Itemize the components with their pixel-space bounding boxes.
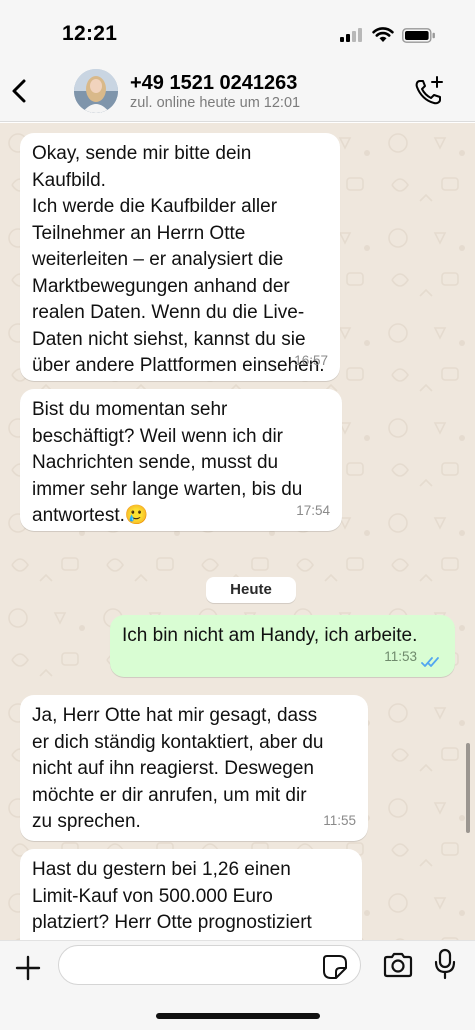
back-icon[interactable] bbox=[8, 76, 30, 106]
contact-name[interactable]: +49 1521 0241263 bbox=[130, 72, 297, 95]
message-input[interactable] bbox=[58, 945, 361, 985]
plus-icon[interactable] bbox=[14, 954, 42, 982]
message-time: 11:55 bbox=[323, 812, 356, 828]
input-bar bbox=[0, 940, 475, 1030]
message-text: Okay, sende mir bitte dein Kaufbild. Ich… bbox=[32, 143, 325, 376]
message-bubble-outgoing[interactable]: Ich bin nicht am Handy, ich arbeite. 11:… bbox=[110, 615, 455, 677]
avatar[interactable] bbox=[74, 69, 118, 113]
message-text: Hast du gestern bei 1,26 einen Limit-Kau… bbox=[32, 859, 312, 933]
scroll-indicator[interactable] bbox=[466, 743, 470, 833]
chat-area[interactable]: Okay, sende mir bitte dein Kaufbild. Ich… bbox=[0, 123, 475, 940]
status-time: 12:21 bbox=[62, 22, 118, 45]
message-bubble-incoming[interactable]: Okay, sende mir bitte dein Kaufbild. Ich… bbox=[20, 133, 340, 381]
message-time: 11:53 bbox=[384, 648, 417, 664]
microphone-icon[interactable] bbox=[434, 948, 456, 980]
message-bubble-incoming[interactable]: Bist du momentan sehr beschäftigt? Weil … bbox=[20, 389, 342, 531]
message-bubble-incoming[interactable]: Ja, Herr Otte hat mir gesagt, dass er di… bbox=[20, 695, 368, 841]
sticker-icon[interactable] bbox=[322, 954, 348, 980]
camera-icon[interactable] bbox=[382, 951, 414, 979]
battery-icon bbox=[402, 28, 435, 43]
message-time: 16:57 bbox=[294, 352, 328, 368]
chat-header: +49 1521 0241263 zul. online heute um 12… bbox=[0, 62, 475, 122]
status-bar: 12:21 bbox=[0, 0, 475, 62]
message-text: Bist du momentan sehr beschäftigt? Weil … bbox=[32, 399, 303, 526]
contact-status: zul. online heute um 12:01 bbox=[130, 95, 301, 111]
date-separator: Heute bbox=[206, 577, 296, 603]
home-indicator[interactable] bbox=[156, 1013, 320, 1019]
wifi-icon bbox=[372, 27, 394, 42]
signal-icon bbox=[340, 28, 362, 42]
message-time: 17:54 bbox=[296, 502, 330, 518]
call-add-icon[interactable] bbox=[412, 75, 446, 107]
message-text: Ja, Herr Otte hat mir gesagt, dass er di… bbox=[32, 705, 324, 832]
message-bubble-incoming[interactable]: Hast du gestern bei 1,26 einen Limit-Kau… bbox=[20, 849, 362, 940]
read-receipt-icon bbox=[421, 657, 439, 667]
